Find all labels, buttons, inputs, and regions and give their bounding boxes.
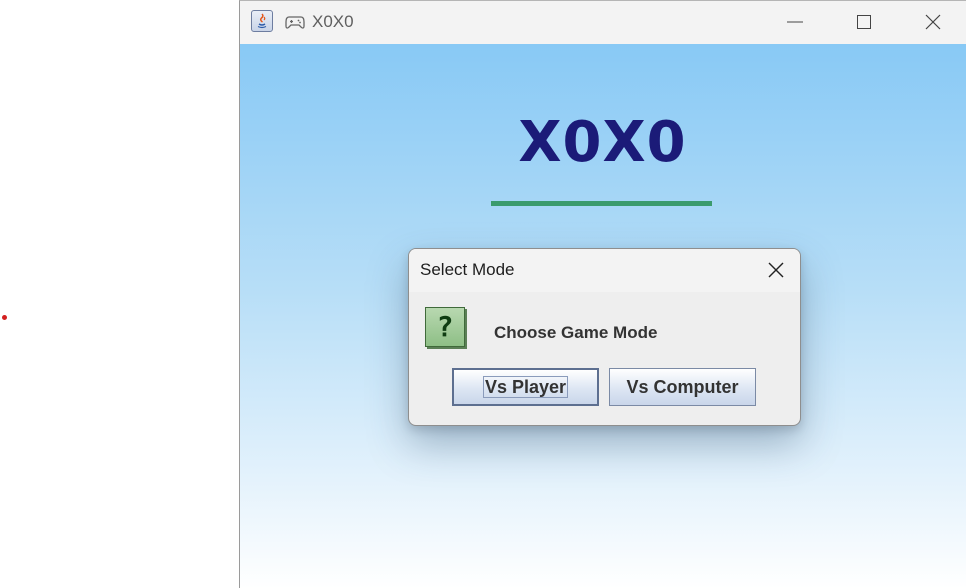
game-heading: X0X0 [518, 110, 687, 175]
dialog-title: Select Mode [420, 260, 515, 279]
maximize-button[interactable] [841, 1, 887, 44]
dialog-message: Choose Game Mode [494, 323, 658, 342]
game-panel: X0X0 Select Mode ? Choose Game Mode Vs P… [240, 44, 966, 588]
maximize-icon [857, 15, 871, 29]
vs-player-button[interactable]: Vs Player [452, 368, 599, 406]
close-button[interactable] [910, 1, 956, 44]
minimize-button[interactable] [772, 1, 818, 44]
close-icon [768, 262, 784, 278]
window-titlebar[interactable]: X0X0 [240, 1, 966, 44]
question-icon: ? [425, 307, 465, 347]
window-title: X0X0 [312, 12, 354, 31]
dialog-close-button[interactable] [760, 255, 792, 285]
dialog-titlebar[interactable]: Select Mode [409, 249, 800, 292]
java-icon [251, 10, 273, 32]
close-icon [925, 14, 941, 30]
vs-player-label: Vs Player [482, 376, 569, 398]
select-mode-dialog: Select Mode ? Choose Game Mode Vs Player… [408, 248, 801, 426]
accent-bar [491, 201, 712, 206]
minimize-icon [787, 21, 803, 23]
game-window: X0X0 X0X0 Select Mode ? Choose Game Mode… [239, 0, 966, 588]
desktop: X0X0 X0X0 Select Mode ? Choose Game Mode… [0, 0, 966, 588]
vs-computer-button[interactable]: Vs Computer [609, 368, 756, 406]
cursor-dot [2, 315, 7, 320]
gamepad-icon [285, 16, 305, 29]
